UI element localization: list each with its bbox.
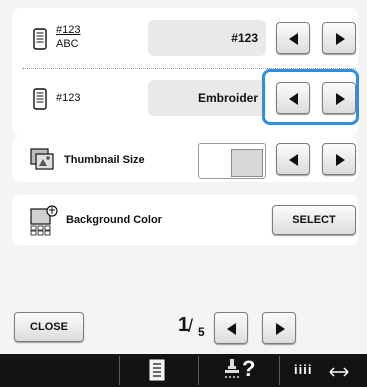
- arrow-right-icon: [276, 323, 285, 335]
- settings-screen: #123 ABC #123 #123 Embroider Thumbnail S…: [0, 0, 367, 387]
- arrow-right-icon: [336, 154, 345, 166]
- help-icon[interactable]: ?: [224, 356, 264, 383]
- pattern-name-next-button[interactable]: [322, 22, 356, 54]
- toolbar-separator: [198, 356, 199, 385]
- thumbnail-size-label: Thumbnail Size: [64, 154, 145, 166]
- pattern-name-display-icon: [33, 28, 47, 50]
- background-color-label: Background Color: [66, 214, 162, 226]
- page-total: 5: [198, 325, 205, 339]
- thumbnail-size-icon: [30, 148, 54, 170]
- background-color-select-button[interactable]: SELECT: [272, 205, 356, 235]
- close-button[interactable]: CLOSE: [14, 312, 84, 342]
- pattern-name-prev-button[interactable]: [276, 22, 310, 54]
- arrow-left-icon: [227, 323, 236, 335]
- toolbar-separator: [279, 356, 280, 385]
- background-color-icon: [30, 204, 60, 236]
- page-indicator: 1 / 5: [178, 314, 210, 342]
- thumbnail-size-next-button[interactable]: [322, 143, 356, 175]
- page-prev-button[interactable]: [214, 312, 248, 344]
- page-next-button[interactable]: [262, 312, 296, 344]
- pattern-name-value-field: #123: [148, 20, 266, 56]
- help-question-mark: ?: [242, 356, 256, 381]
- pattern-name-value: #123: [231, 31, 258, 45]
- pattern-name-bottom-label: ABC: [56, 38, 79, 50]
- frame-display-value-field: Embroider: [148, 80, 266, 116]
- thumbnail-size-preview-inner: [231, 149, 263, 177]
- page-slash: /: [188, 316, 194, 336]
- spacing-arrow-icon[interactable]: iiii: [294, 362, 354, 380]
- frame-display-icon: [33, 88, 47, 110]
- thumbnail-size-prev-button[interactable]: [276, 143, 310, 175]
- frame-display-label: #123: [56, 92, 81, 104]
- toolbar-separator: [119, 356, 120, 385]
- frame-display-value: Embroider: [197, 91, 258, 105]
- arrow-left-icon: [289, 154, 298, 166]
- arrow-right-icon: [336, 33, 345, 45]
- arrow-left-icon: [289, 33, 298, 45]
- document-list-icon[interactable]: [148, 359, 166, 381]
- selection-highlight: [262, 69, 359, 125]
- pattern-name-top-label: #123: [56, 24, 81, 36]
- spacing-marks: iiii: [294, 362, 313, 377]
